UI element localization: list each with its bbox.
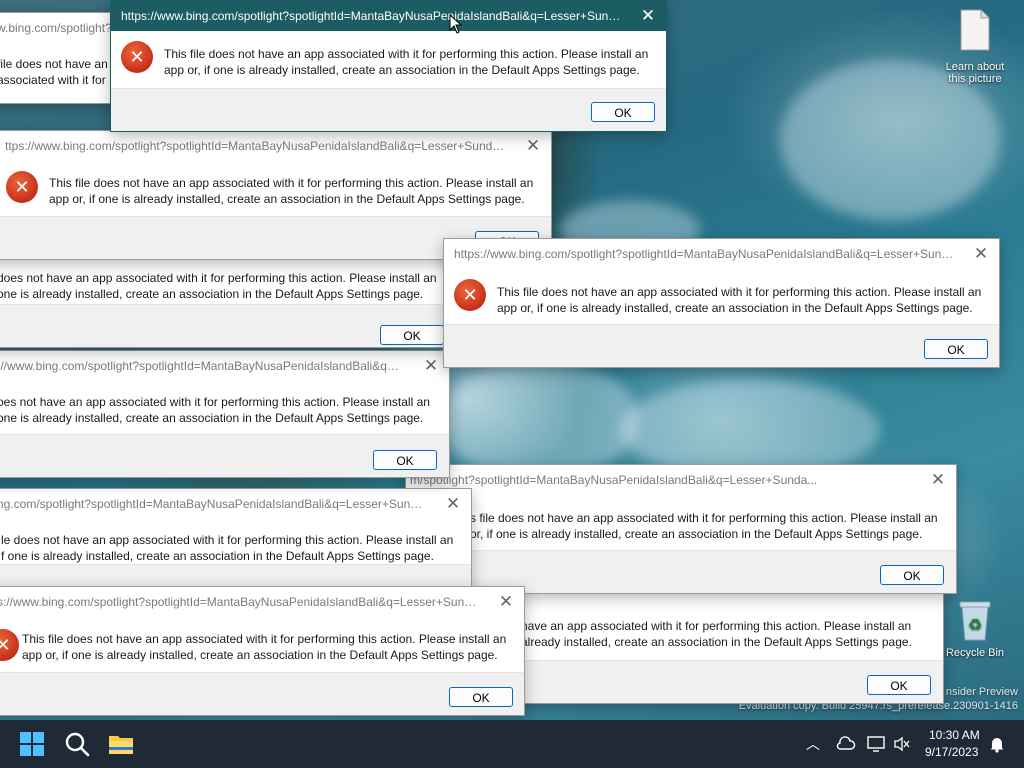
- mouse-cursor-icon: [449, 14, 463, 34]
- clock-date[interactable]: 9/17/2023: [925, 745, 978, 759]
- dialog-message: oes not have an app associated with it f…: [0, 395, 430, 425]
- dialog-title: s://www.bing.com/spotlight?spotlightId=M…: [0, 595, 480, 609]
- error-icon: ✕: [454, 279, 486, 311]
- dialog-title: https://www.bing.com/spotlight?spotlight…: [121, 9, 622, 23]
- error-dialog-c: ://www.bing.com/spotlight?spotlightId=Ma…: [0, 350, 450, 478]
- recycle-bin-icon[interactable]: ♻ Recycle Bin: [940, 598, 1010, 659]
- dialog-titlebar: ttps://www.bing.com/spotlight?spotlightI…: [0, 131, 551, 161]
- close-icon[interactable]: ✕: [969, 242, 993, 266]
- volume-muted-icon[interactable]: [893, 736, 911, 752]
- dialog-titlebar: ://www.bing.com/spotlight?spotlightId=Ma…: [0, 351, 449, 381]
- recycle-bin-label: Recycle Bin: [945, 647, 1005, 659]
- dialog-title: m/spotlight?spotlightId=MantaBayNusaPeni…: [410, 473, 818, 487]
- dialog-message: This file does not have an app associate…: [22, 632, 507, 662]
- taskbar: ︿ 10:30 AM 9/17/2023: [0, 720, 1024, 768]
- dialog-message: s file does not have an app associated w…: [470, 511, 938, 541]
- ok-button[interactable]: OK: [591, 102, 655, 122]
- dialog-footer: [111, 88, 666, 131]
- ok-button[interactable]: OK: [924, 339, 988, 359]
- dialog-titlebar: ng.com/spotlight?spotlightId=MantaBayNus…: [0, 489, 471, 519]
- svg-text:♻: ♻: [968, 617, 982, 634]
- error-dialog-h: s://www.bing.com/spotlight?spotlightId=M…: [0, 586, 525, 716]
- dialog-title: ://www.bing.com/spotlight?spotlightId=Ma…: [0, 359, 405, 373]
- error-dialog-e: m/spotlight?spotlightId=MantaBayNusaPeni…: [405, 464, 957, 594]
- recycle-bin-graphic-icon: ♻: [959, 601, 991, 641]
- ok-button[interactable]: OK: [449, 687, 513, 707]
- dialog-titlebar: https://www.bing.com/spotlight?spotlight…: [111, 1, 666, 31]
- dialog-message: does not have an app associated with it …: [0, 271, 437, 301]
- start-windows-icon[interactable]: [18, 730, 46, 758]
- learn-about-picture-label: Learn about this picture: [945, 61, 1005, 85]
- dialog-message: le does not have an app associated with …: [1, 533, 454, 563]
- dialog-title: https://www.bing.com/spotlight?spotlight…: [454, 247, 955, 261]
- dialog-message: have an app associated with it for perfo…: [521, 619, 912, 649]
- error-dialog-f: have an app associated with it for perfo…: [470, 586, 944, 704]
- display-icon[interactable]: [867, 735, 885, 753]
- ok-button[interactable]: OK: [867, 675, 931, 695]
- dialog-titlebar: https://www.bing.com/spotlight?spotlight…: [444, 239, 999, 269]
- error-icon: ✕: [121, 41, 153, 73]
- clock-time[interactable]: 10:30 AM: [929, 728, 980, 742]
- error-icon: ✕: [0, 629, 19, 661]
- dialog-titlebar: m/spotlight?spotlightId=MantaBayNusaPeni…: [406, 465, 956, 495]
- close-icon[interactable]: ✕: [441, 492, 465, 516]
- dialog-message: This file does not have an app associate…: [49, 176, 534, 206]
- close-icon[interactable]: ✕: [521, 134, 545, 158]
- close-icon[interactable]: ✕: [494, 590, 518, 614]
- dialog-message: This file does not have an app associate…: [497, 285, 982, 315]
- file-explorer-icon[interactable]: [107, 730, 135, 758]
- tray-overflow-chevron-icon[interactable]: ︿: [806, 734, 820, 754]
- dialog-footer: [0, 672, 524, 715]
- dialog-titlebar: s://www.bing.com/spotlight?spotlightId=M…: [0, 587, 524, 617]
- ok-button[interactable]: OK: [373, 450, 437, 470]
- close-icon[interactable]: ✕: [926, 468, 950, 492]
- document-icon: [960, 9, 990, 51]
- notification-bell-icon[interactable]: [988, 735, 1006, 753]
- error-dialog-active: https://www.bing.com/spotlight?spotlight…: [110, 0, 667, 132]
- learn-about-picture-icon[interactable]: Learn about this picture: [940, 8, 1010, 85]
- error-icon: ✕: [6, 171, 38, 203]
- dialog-title: ng.com/spotlight?spotlightId=MantaBayNus…: [0, 497, 427, 511]
- error-dialog-i: https://www.bing.com/spotlight?spotlight…: [443, 238, 1000, 368]
- ok-button[interactable]: OK: [380, 325, 444, 345]
- dialog-message: This file does not have an app associate…: [164, 47, 649, 77]
- close-icon[interactable]: ✕: [419, 354, 443, 378]
- close-icon[interactable]: ✕: [636, 4, 660, 28]
- dialog-footer: [444, 324, 999, 367]
- dialog-title: ttps://www.bing.com/spotlight?spotlightI…: [5, 139, 507, 153]
- search-icon[interactable]: [63, 730, 91, 758]
- cloud-network-icon[interactable]: [836, 736, 856, 752]
- ok-button[interactable]: OK: [880, 565, 944, 585]
